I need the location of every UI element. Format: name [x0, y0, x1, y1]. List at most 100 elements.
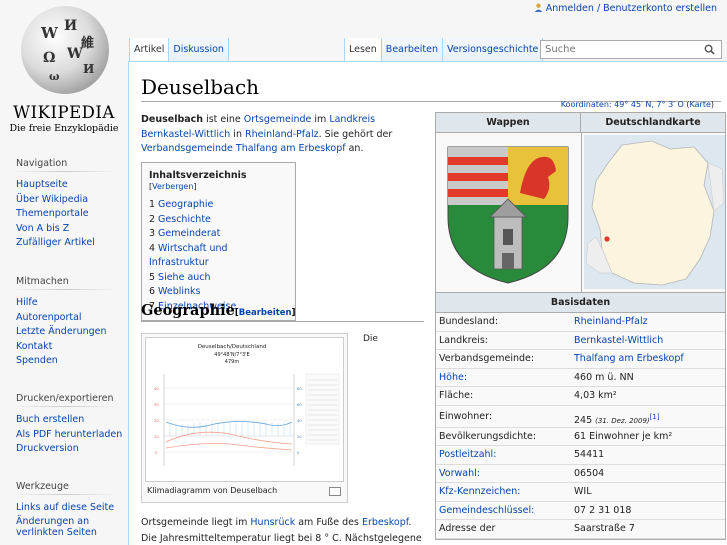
wikipedia-logo[interactable]: W И 維 Ω W И ω WIKIPEDIA Die freie Enzykl… [0, 0, 126, 145]
nav-link-aenderungen-verlinkt[interactable]: Änderungen an verlinkten Seiten [16, 516, 97, 538]
wikipedia-globe-icon: W И 維 Ω W И ω [21, 6, 109, 94]
tab-lesen[interactable]: Lesen [344, 38, 382, 61]
climate-caption: Klimadiagramm von Deuselbach [147, 486, 278, 495]
nav-link-von-a-bis-z[interactable]: Von A bis Z [16, 223, 69, 234]
intro-bold: Deuselbach [141, 114, 204, 125]
tab-versionsgeschichte[interactable]: Versionsgeschichte [443, 38, 544, 61]
svg-text:60: 60 [297, 402, 302, 407]
svg-text:20: 20 [154, 418, 159, 423]
nav-link-ueber-wikipedia[interactable]: Über Wikipedia [16, 194, 88, 205]
germany-map-graphic [584, 135, 725, 289]
karte-link[interactable]: Karte [690, 100, 711, 109]
portal-heading: Mitmachen [16, 276, 69, 287]
infobox-value-link[interactable]: Rheinland-Pfalz [574, 316, 648, 327]
portal-drucken: Drucken/exportieren Buch erstellen Als P… [12, 393, 126, 457]
infobox-key-link[interactable]: Vorwahl: [439, 468, 480, 479]
section-title: Geographie [141, 302, 235, 319]
infobox: Wappen Deutschlandkarte Basisdaten Bunde… [435, 112, 726, 540]
svg-text:30: 30 [154, 402, 159, 407]
reference-link[interactable]: [1] [650, 413, 660, 421]
link-rheinland-pfalz[interactable]: Rheinland-Pfalz [245, 129, 319, 140]
intro-text: in [230, 128, 245, 140]
infobox-row: Vorwahl: 06504 [436, 465, 725, 483]
infobox-value: 245 [574, 414, 593, 426]
toc-item[interactable]: 5 Siehe auch [149, 271, 289, 286]
toc-link[interactable]: Geschichte [158, 214, 211, 225]
nav-link-letzte-aenderungen[interactable]: Letzte Änderungen [16, 326, 107, 337]
infobox-key-link[interactable]: Kfz-Kennzeichen: [439, 486, 520, 497]
nav-link-kontakt[interactable]: Kontakt [16, 341, 52, 352]
coordinates-text[interactable]: Koordinaten: 49° 45′ N, 7° 3′ O [561, 100, 684, 109]
nav-link-spenden[interactable]: Spenden [16, 355, 58, 366]
toc-item[interactable]: 3 Gemeinderat [149, 227, 289, 242]
personal-tools: Anmelden / Benutzerkonto erstellen [534, 3, 717, 14]
toc-number: 2 [149, 213, 156, 225]
toc-link[interactable]: Weblinks [158, 286, 200, 297]
infobox-key: Verbandsgemeinde: [439, 353, 535, 364]
infobox-row: Bundesland: Rheinland-Pfalz [436, 313, 725, 332]
paragraph-text: Ortsgemeinde liegt im [141, 517, 251, 528]
infobox-key-link[interactable]: Gemeindeschlüssel: [439, 505, 534, 516]
infobox-row: Gemeindeschlüssel: 07 2 31 018 [436, 502, 725, 520]
climate-thumbnail: Deuselbach/Deutschland 49°48'N/7°3'E 479… [141, 333, 348, 503]
infobox-key-link[interactable]: Höhe: [439, 372, 467, 383]
tab-diskussion[interactable]: Diskussion [169, 38, 229, 61]
infobox-value-link[interactable]: Thalfang am Erbeskopf [574, 353, 684, 364]
nav-link-autorenportal[interactable]: Autorenportal [16, 312, 82, 323]
portal-heading: Drucken/exportieren [16, 393, 114, 404]
infobox-row: Postleitzahl: 54411 [436, 446, 725, 465]
link-hunsrueck[interactable]: Hunsrück [250, 517, 295, 528]
portal-divider [12, 289, 118, 290]
link-verbandsgemeinde[interactable]: Verbandsgemeinde Thalfang am Erbeskopf [141, 143, 346, 154]
section-heading-geographie: Geographie[Bearbeiten] [141, 302, 424, 322]
link-ortsgemeinde[interactable]: Ortsgemeinde [244, 114, 312, 125]
toc-item[interactable]: 4 Wirtschaft und Infrastruktur [149, 242, 289, 271]
infobox-value: 54411 [574, 449, 605, 460]
tab-artikel[interactable]: Artikel [129, 38, 170, 61]
toc-toggle[interactable]: Verbergen [152, 182, 193, 191]
tab-bearbeiten[interactable]: Bearbeiten [381, 38, 443, 61]
nav-link-themenportale[interactable]: Themenportale [16, 208, 89, 219]
toc-item[interactable]: 1 Geographie [149, 198, 289, 213]
infobox-key: Adresse der [439, 523, 496, 534]
climate-coords: 49°48'N/7°3'E [214, 352, 249, 358]
toc-link[interactable]: Geographie [158, 199, 213, 210]
coat-of-arms-graphic [447, 146, 569, 284]
infobox-row: Verbandsgemeinde: Thalfang am Erbeskopf [436, 350, 725, 369]
toc-link[interactable]: Siehe auch [158, 272, 211, 283]
nav-link-hauptseite[interactable]: Hauptseite [16, 179, 68, 190]
nav-link-links-auf-diese-seite[interactable]: Links auf diese Seite [16, 502, 114, 513]
section-edit-link[interactable]: Bearbeiten [239, 308, 292, 318]
toc-title-row: Inhaltsverzeichnis [Verbergen] [149, 170, 247, 191]
infobox-value: 61 Einwohner je km² [574, 430, 673, 442]
login-link[interactable]: Anmelden / Benutzerkonto erstellen [546, 3, 717, 14]
climate-diagram-image[interactable]: Deuselbach/Deutschland 49°48'N/7°3'E 479… [145, 337, 344, 482]
nav-link-pdf-herunterladen[interactable]: Als PDF herunterladen [16, 429, 122, 440]
coat-of-arms-image[interactable] [436, 133, 582, 292]
infobox-key: Fläche: [439, 390, 474, 401]
wikipedia-wordmark: WIKIPEDIA [13, 103, 115, 122]
infobox-wappen-title: Wappen [436, 113, 581, 133]
svg-text:10: 10 [154, 434, 159, 439]
nav-link-zufaelliger-artikel[interactable]: Zufälliger Artikel [16, 237, 95, 248]
nav-link-druckversion[interactable]: Druckversion [16, 443, 79, 454]
portal-divider [12, 406, 118, 407]
infobox-value: Saarstraße 7 [574, 523, 635, 534]
climate-title: Deuselbach/Deutschland [198, 344, 267, 350]
infobox-row: Kfz-Kennzeichen: WIL [436, 483, 725, 502]
toc-item[interactable]: 6 Weblinks [149, 285, 289, 300]
infobox-value-link[interactable]: Bernkastel-Wittlich [574, 335, 663, 346]
toc-item[interactable]: 2 Geschichte [149, 213, 289, 228]
infobox-value: 460 m ü. NN [574, 371, 634, 383]
infobox-key-link[interactable]: Postleitzahl: [439, 449, 496, 460]
toc-link[interactable]: Wirtschaft und Infrastruktur [149, 243, 228, 269]
search-icon[interactable] [704, 44, 715, 55]
nav-link-hilfe[interactable]: Hilfe [16, 297, 38, 308]
nav-link-buch-erstellen[interactable]: Buch erstellen [16, 414, 84, 425]
link-erbeskopf[interactable]: Erbeskopf [362, 517, 408, 528]
germany-map-image[interactable] [582, 133, 727, 292]
enlarge-icon[interactable] [329, 487, 341, 496]
toc-link[interactable]: Gemeinderat [158, 228, 220, 239]
infobox-value: 06504 [574, 467, 605, 479]
search-input[interactable] [541, 41, 691, 58]
